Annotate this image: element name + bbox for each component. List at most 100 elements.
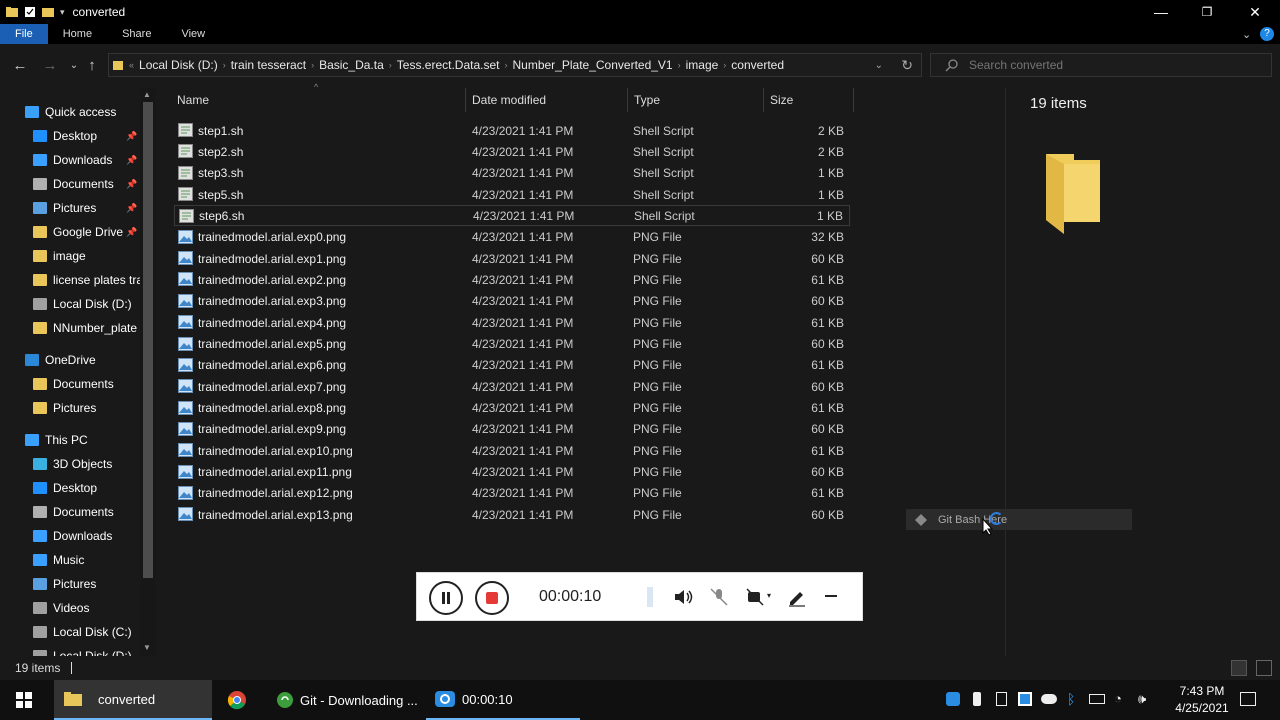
breadcrumb-number-plate-converted[interactable]: Number_Plate_Converted_V1 [513, 58, 673, 72]
pause-button[interactable] [429, 581, 463, 615]
sidebar-item-desktop[interactable]: Desktop 📌 [33, 124, 137, 148]
breadcrumb-tess-erect-dataset[interactable]: Tess.erect.Data.set [397, 58, 500, 72]
tab-view[interactable]: View [166, 24, 220, 44]
tray-volume-icon[interactable]: 🕪 [1138, 691, 1146, 707]
sidebar-item-local-disk-d[interactable]: Local Disk (D:) [33, 292, 132, 316]
breadcrumb-local-disk-d[interactable]: Local Disk (D:) [139, 58, 218, 72]
file-row[interactable]: trainedmodel.arial.exp13.png 4/23/2021 1:… [174, 504, 850, 525]
sidebar-item-local-disk-c[interactable]: Local Disk (C:) [33, 620, 132, 644]
sidebar-item-this-pc[interactable]: This PC [25, 428, 88, 452]
sidebar-item-documents[interactable]: Documents [33, 500, 114, 524]
tab-share[interactable]: Share [107, 24, 166, 44]
file-row[interactable]: trainedmodel.arial.exp11.png 4/23/2021 1:… [174, 462, 850, 483]
speaker-icon[interactable] [673, 587, 695, 607]
sidebar-item-local-disk-d[interactable]: Local Disk (D:) [33, 644, 132, 656]
back-arrow-icon[interactable]: ← [8, 57, 32, 74]
minimize-recorder-icon[interactable] [825, 595, 837, 597]
webcam-dropdown-icon[interactable]: ▾ [767, 591, 771, 600]
sidebar-item-downloads[interactable]: Downloads [33, 524, 112, 548]
file-row[interactable]: trainedmodel.arial.exp1.png 4/23/2021 1:4… [174, 248, 850, 269]
taskbar-item-recorder[interactable]: 00:00:10 [426, 680, 580, 720]
minimize-button[interactable]: — [1138, 0, 1184, 24]
sidebar-item-desktop[interactable]: Desktop [33, 476, 97, 500]
column-size[interactable]: Size [764, 88, 854, 112]
taskbar-item-chrome[interactable] [214, 680, 260, 720]
details-view-icon[interactable] [1231, 660, 1247, 676]
sidebar-item-license-plates-tra[interactable]: license plates tra [33, 268, 143, 292]
pen-annotation-icon[interactable] [787, 587, 807, 607]
breadcrumb-image[interactable]: image [686, 58, 719, 72]
sidebar-item-documents[interactable]: Documents 📌 [33, 172, 137, 196]
tab-home[interactable]: Home [48, 24, 107, 44]
start-button[interactable] [0, 680, 48, 720]
tray-wifi-icon[interactable]: ◔ [1114, 691, 1122, 706]
file-row[interactable]: trainedmodel.arial.exp8.png 4/23/2021 1:4… [174, 398, 850, 419]
scroll-up-icon[interactable]: ▲ [143, 90, 151, 99]
search-input[interactable] [969, 58, 1269, 72]
search-box[interactable] [930, 53, 1272, 77]
tray-usb-icon[interactable] [973, 692, 981, 706]
help-icon[interactable]: ? [1260, 27, 1274, 41]
file-row[interactable]: trainedmodel.arial.exp0.png 4/23/2021 1:4… [174, 227, 850, 248]
file-row[interactable]: step6.sh 4/23/2021 1:41 PM Shell Script 1 K… [174, 205, 850, 227]
tab-file[interactable]: File [0, 24, 48, 44]
scroll-down-icon[interactable]: ▼ [143, 643, 151, 652]
sidebar-item-videos[interactable]: Videos [33, 596, 89, 620]
properties-icon[interactable] [24, 6, 36, 18]
close-button[interactable]: ✕ [1232, 0, 1278, 24]
sidebar-item-pictures[interactable]: Pictures [33, 396, 96, 420]
sidebar-item-3d-objects[interactable]: 3D Objects [33, 452, 112, 476]
action-center-icon[interactable] [1240, 692, 1256, 706]
sidebar-item-downloads[interactable]: Downloads 📌 [33, 148, 137, 172]
file-row[interactable]: trainedmodel.arial.exp9.png 4/23/2021 1:4… [174, 419, 850, 440]
file-row[interactable]: trainedmodel.arial.exp12.png 4/23/2021 1:… [174, 483, 850, 504]
file-row[interactable]: step1.sh 4/23/2021 1:41 PM Shell Script 2 K… [174, 120, 850, 141]
address-dropdown-chevron-icon[interactable]: ⌄ [875, 60, 883, 71]
breadcrumb-converted[interactable]: converted [731, 58, 784, 72]
address-bar[interactable]: « Local Disk (D:) › train tesseract › Basi… [108, 53, 922, 77]
file-row[interactable]: trainedmodel.arial.exp5.png 4/23/2021 1:4… [174, 334, 850, 355]
tray-recorder-icon[interactable] [946, 692, 960, 706]
stop-button[interactable] [475, 581, 509, 615]
breadcrumb-basic-data[interactable]: Basic_Da.ta [319, 58, 384, 72]
expand-ribbon-icon[interactable]: ⌄ [1242, 28, 1251, 41]
taskbar-item-git-download[interactable]: Git - Downloading ... [266, 680, 424, 720]
sidebar-item-quick-access[interactable]: Quick access [25, 100, 116, 124]
sidebar-item-image[interactable]: image [33, 244, 86, 268]
file-row[interactable]: step5.sh 4/23/2021 1:41 PM Shell Script 1 K… [174, 184, 850, 205]
webcam-off-icon[interactable] [745, 587, 767, 607]
tray-battery-icon[interactable] [1089, 694, 1105, 704]
breadcrumb-train-tesseract[interactable]: train tesseract [231, 58, 306, 72]
tray-security-icon[interactable] [1018, 692, 1032, 706]
sidebar-item-music[interactable]: Music [33, 548, 84, 572]
sidebar-item-nnumber-plate[interactable]: NNumber_plate [33, 316, 137, 340]
forward-arrow-icon[interactable]: → [38, 57, 62, 74]
file-row[interactable]: trainedmodel.arial.exp4.png 4/23/2021 1:4… [174, 312, 850, 333]
sidebar-item-onedrive[interactable]: OneDrive [25, 348, 96, 372]
context-menu-git-bash-here[interactable]: Git Bash Here [906, 509, 1132, 530]
file-row[interactable]: trainedmodel.arial.exp6.png 4/23/2021 1:4… [174, 355, 850, 376]
sidebar-scroll-thumb[interactable] [143, 102, 153, 578]
microphone-muted-icon[interactable] [709, 587, 729, 607]
quick-access-toolbar-dropdown[interactable]: ▾ [60, 7, 65, 18]
refresh-icon[interactable]: ↻ [901, 57, 913, 74]
tray-cloud-icon[interactable] [1041, 694, 1057, 704]
large-icons-view-icon[interactable] [1256, 660, 1272, 676]
maximize-button[interactable]: ❐ [1184, 0, 1230, 24]
file-row[interactable]: trainedmodel.arial.exp2.png 4/23/2021 1:4… [174, 269, 850, 290]
new-folder-icon[interactable] [42, 6, 54, 18]
file-row[interactable]: step3.sh 4/23/2021 1:41 PM Shell Script 1 K… [174, 163, 850, 184]
up-arrow-icon[interactable]: ↑ [80, 57, 104, 74]
clock[interactable]: 7:43 PM 4/25/2021 [1162, 684, 1242, 715]
sidebar-item-pictures[interactable]: Pictures 📌 [33, 196, 137, 220]
column-type[interactable]: Type [628, 88, 764, 112]
tray-bluetooth-icon[interactable]: ᛒ [1067, 691, 1075, 707]
column-date-modified[interactable]: Date modified [466, 88, 628, 112]
taskbar-item-explorer[interactable]: converted [54, 680, 212, 720]
tray-notes-icon[interactable] [996, 692, 1007, 706]
sidebar-item-google-drive[interactable]: Google Drive 📌 [33, 220, 137, 244]
overflow-icon[interactable]: « [129, 60, 134, 70]
file-row[interactable]: trainedmodel.arial.exp7.png 4/23/2021 1:4… [174, 376, 850, 397]
file-row[interactable]: trainedmodel.arial.exp10.png 4/23/2021 1:… [174, 440, 850, 461]
file-row[interactable]: step2.sh 4/23/2021 1:41 PM Shell Script 2 K… [174, 141, 850, 162]
